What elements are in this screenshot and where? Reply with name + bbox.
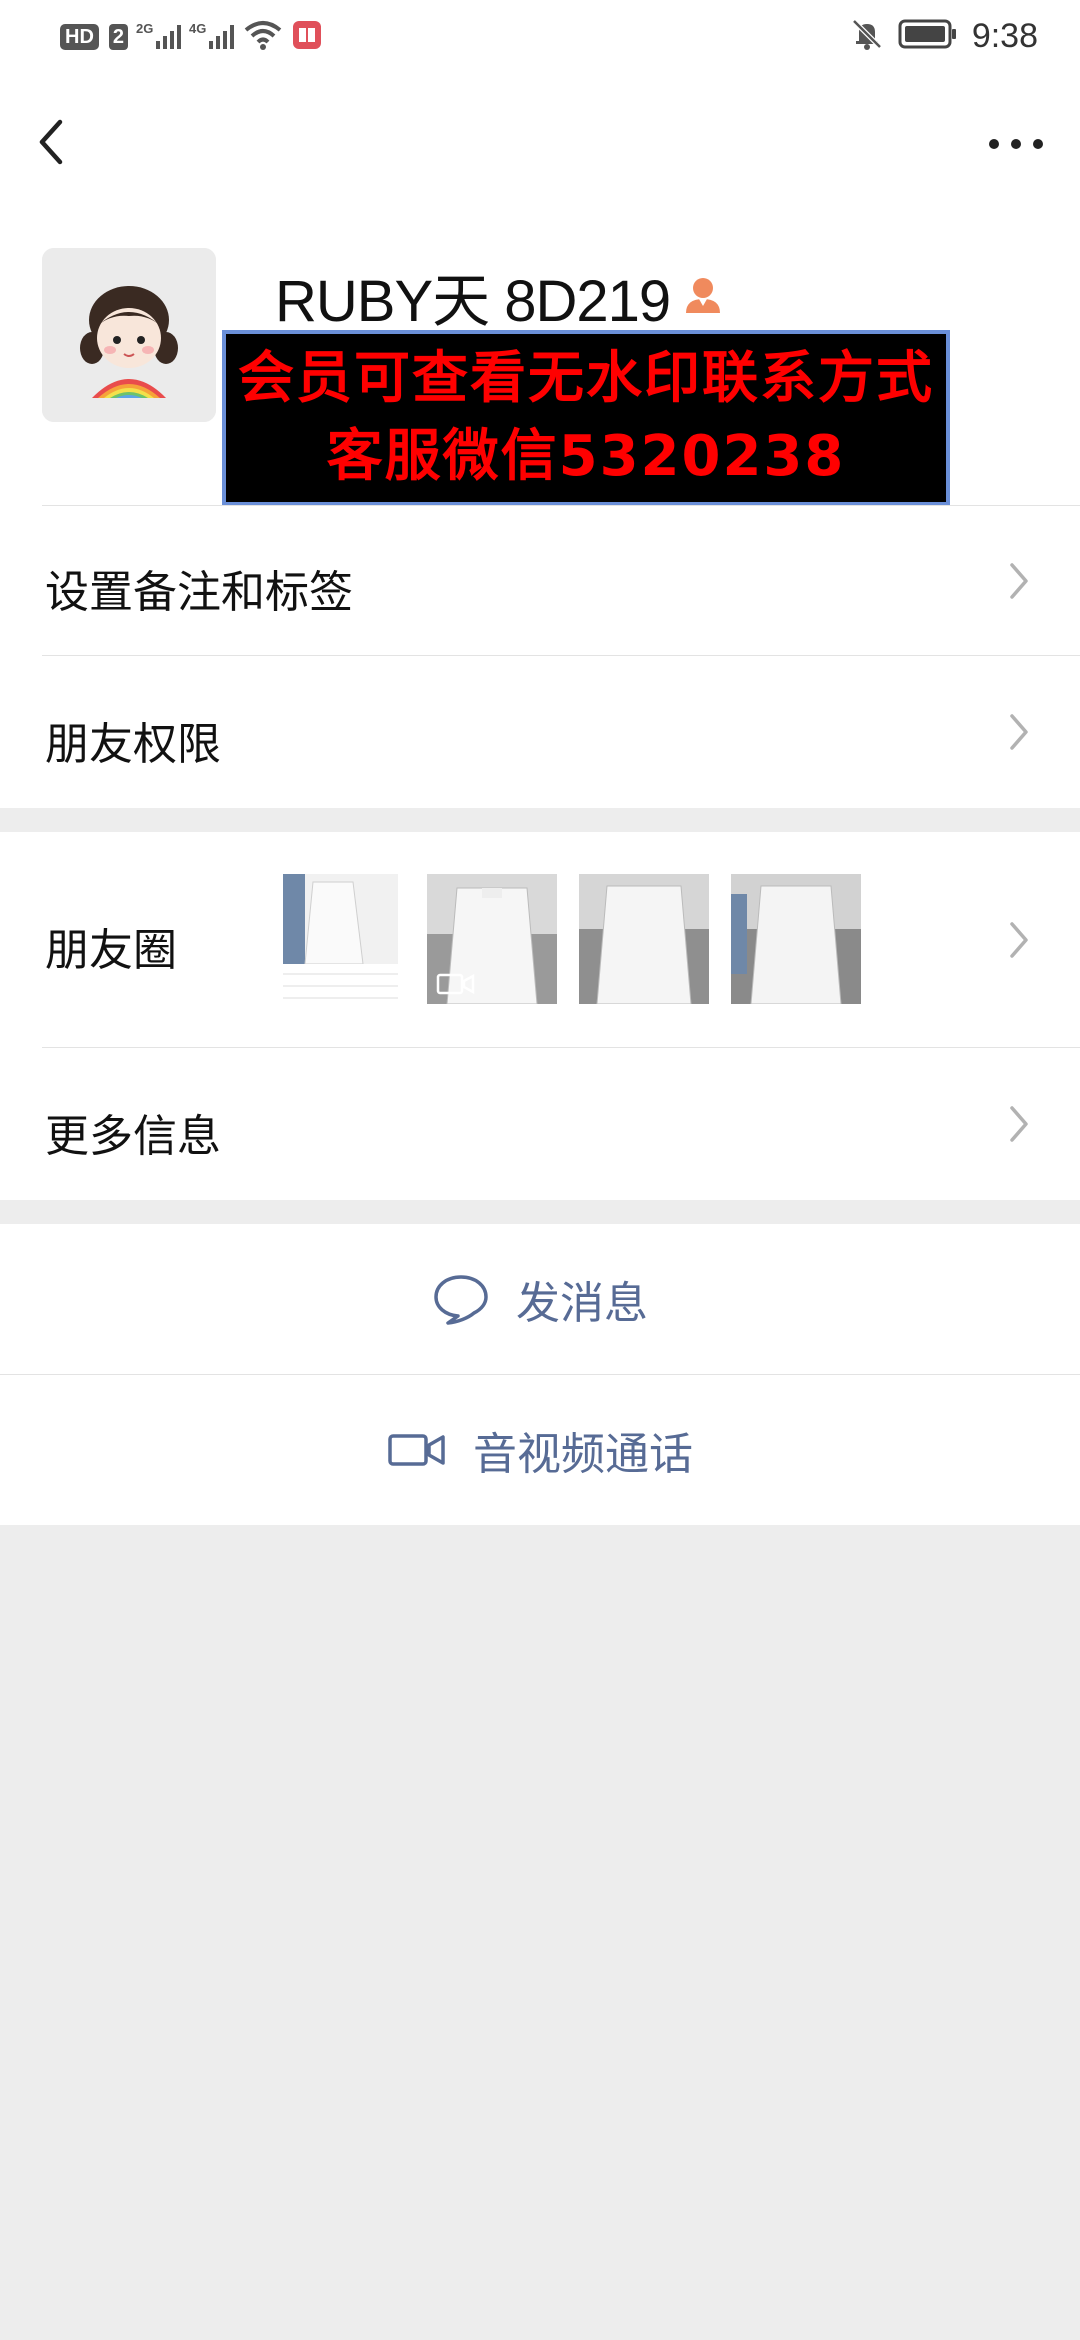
chevron-right-icon [1010,922,1028,958]
signal-2g-icon: 2G [136,21,182,49]
video-camera-icon [436,973,475,995]
chevron-left-icon [39,119,63,165]
back-button[interactable] [30,110,74,174]
battery-icon [898,19,958,53]
chat-bubble-icon [434,1275,488,1325]
send-message-button[interactable]: 发消息 [0,1224,1080,1374]
network-2g-label: 2G [136,21,154,36]
clock: 9:38 [971,16,1038,55]
banner-line-1: 会员可查看无水印联系方式 [238,346,934,411]
chevron-right-icon [1010,714,1028,750]
video-call-label: 音视频通话 [473,1429,693,1480]
send-message-label: 发消息 [516,1278,648,1329]
video-camera-icon [388,1434,445,1466]
avatar[interactable] [42,248,216,422]
nickname-row: RUBY天 8D219 [275,254,724,338]
status-left: HD 2 2G 4G [60,18,322,56]
contact-profile-screen: HD 2 2G 4G 9:38 RUBY天 8D219 会员可查看无水印联系方式… [0,0,1080,2340]
video-call-button[interactable]: 音视频通话 [0,1375,1080,1525]
chevron-right-icon [1010,1106,1028,1142]
row-moments[interactable]: 朋友圈 [0,832,1080,1048]
chevron-right-icon [1010,563,1028,599]
wifi-icon [244,20,282,54]
hd-badge: HD [60,24,99,50]
network-4g-label: 4G [189,21,207,36]
row-more-info[interactable]: 更多信息 [0,1048,1080,1200]
sim-badge: 2 [108,24,129,50]
more-dots-icon [989,139,1043,149]
status-right: 9:38 [850,14,1038,58]
app-notification-icon [292,20,322,54]
row-label: 更多信息 [45,1111,221,1162]
top-nav-bar [0,74,1080,206]
watermark-banner: 会员可查看无水印联系方式 客服微信5320238 [222,330,950,506]
row-label: 朋友圈 [45,925,177,976]
signal-4g-icon: 4G [189,21,235,49]
row-set-remark-tags[interactable]: 设置备注和标签 [0,506,1080,656]
row-label: 设置备注和标签 [45,567,353,618]
row-label: 朋友权限 [45,719,221,770]
banner-line-2: 客服微信5320238 [326,424,846,489]
nickname: RUBY天 8D219 [275,269,671,334]
profile-header: RUBY天 8D219 会员可查看无水印联系方式 客服微信5320238 [0,206,1080,506]
status-bar: HD 2 2G 4G 9:38 [0,0,1080,74]
more-options-button[interactable] [980,114,1052,174]
moments-thumbnail-3 [579,874,709,1004]
moments-thumbnail-1 [283,874,398,1004]
row-friend-permissions[interactable]: 朋友权限 [0,656,1080,808]
cartoon-girl-avatar-icon [42,248,216,422]
mute-bell-icon [850,17,884,55]
contact-person-icon [682,273,724,319]
moments-thumbnail-4 [731,874,861,1004]
